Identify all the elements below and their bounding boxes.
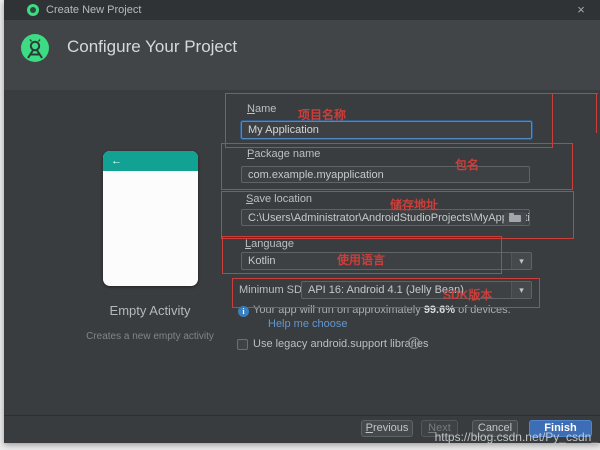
sdk-info-text: Your app will run on approximately 99.6%… bbox=[253, 304, 511, 316]
min-sdk-label: Minimum SDK bbox=[239, 284, 309, 296]
help-me-choose-link[interactable]: Help me choose bbox=[268, 318, 348, 330]
dialog-title: Create New Project bbox=[46, 4, 141, 16]
legacy-support-checkbox[interactable] bbox=[237, 339, 248, 350]
folder-icon bbox=[509, 215, 521, 222]
language-label: Language bbox=[245, 238, 294, 250]
template-preview-card: ← bbox=[103, 151, 198, 286]
info-icon: i bbox=[238, 306, 249, 317]
language-combobox[interactable]: Kotlin ▾ bbox=[241, 252, 532, 270]
chevron-down-icon[interactable]: ▾ bbox=[511, 253, 531, 269]
min-sdk-combobox[interactable]: API 16: Android 4.1 (Jelly Bean) ▾ bbox=[301, 281, 532, 299]
template-description: Creates a new empty activity bbox=[60, 331, 240, 342]
legacy-support-label: Use legacy android.support libraries bbox=[253, 338, 428, 350]
package-name-input[interactable]: com.example.myapplication bbox=[241, 166, 530, 183]
android-studio-icon bbox=[27, 4, 39, 16]
template-name: Empty Activity bbox=[75, 303, 225, 318]
back-arrow-icon: ← bbox=[111, 155, 122, 167]
name-label: Name bbox=[247, 103, 276, 115]
watermark: https://blog.csdn.net/Py_csdn_ bbox=[435, 430, 598, 444]
previous-button[interactable]: Previous bbox=[361, 420, 413, 437]
template-preview-appbar: ← bbox=[103, 151, 198, 171]
package-name-label: Package name bbox=[247, 148, 320, 160]
help-icon[interactable]: ? bbox=[408, 337, 420, 349]
chevron-down-icon[interactable]: ▾ bbox=[511, 282, 531, 298]
close-icon[interactable]: × bbox=[572, 2, 590, 17]
name-input[interactable]: My Application bbox=[241, 121, 532, 139]
save-location-input[interactable]: C:\Users\Administrator\AndroidStudioProj… bbox=[241, 209, 530, 226]
device-percentage: 99.6% bbox=[424, 304, 455, 316]
page-title: Configure Your Project bbox=[67, 37, 237, 57]
save-location-label: Save location bbox=[246, 193, 312, 205]
browse-folder-button[interactable] bbox=[504, 212, 526, 225]
android-studio-logo bbox=[21, 34, 49, 62]
